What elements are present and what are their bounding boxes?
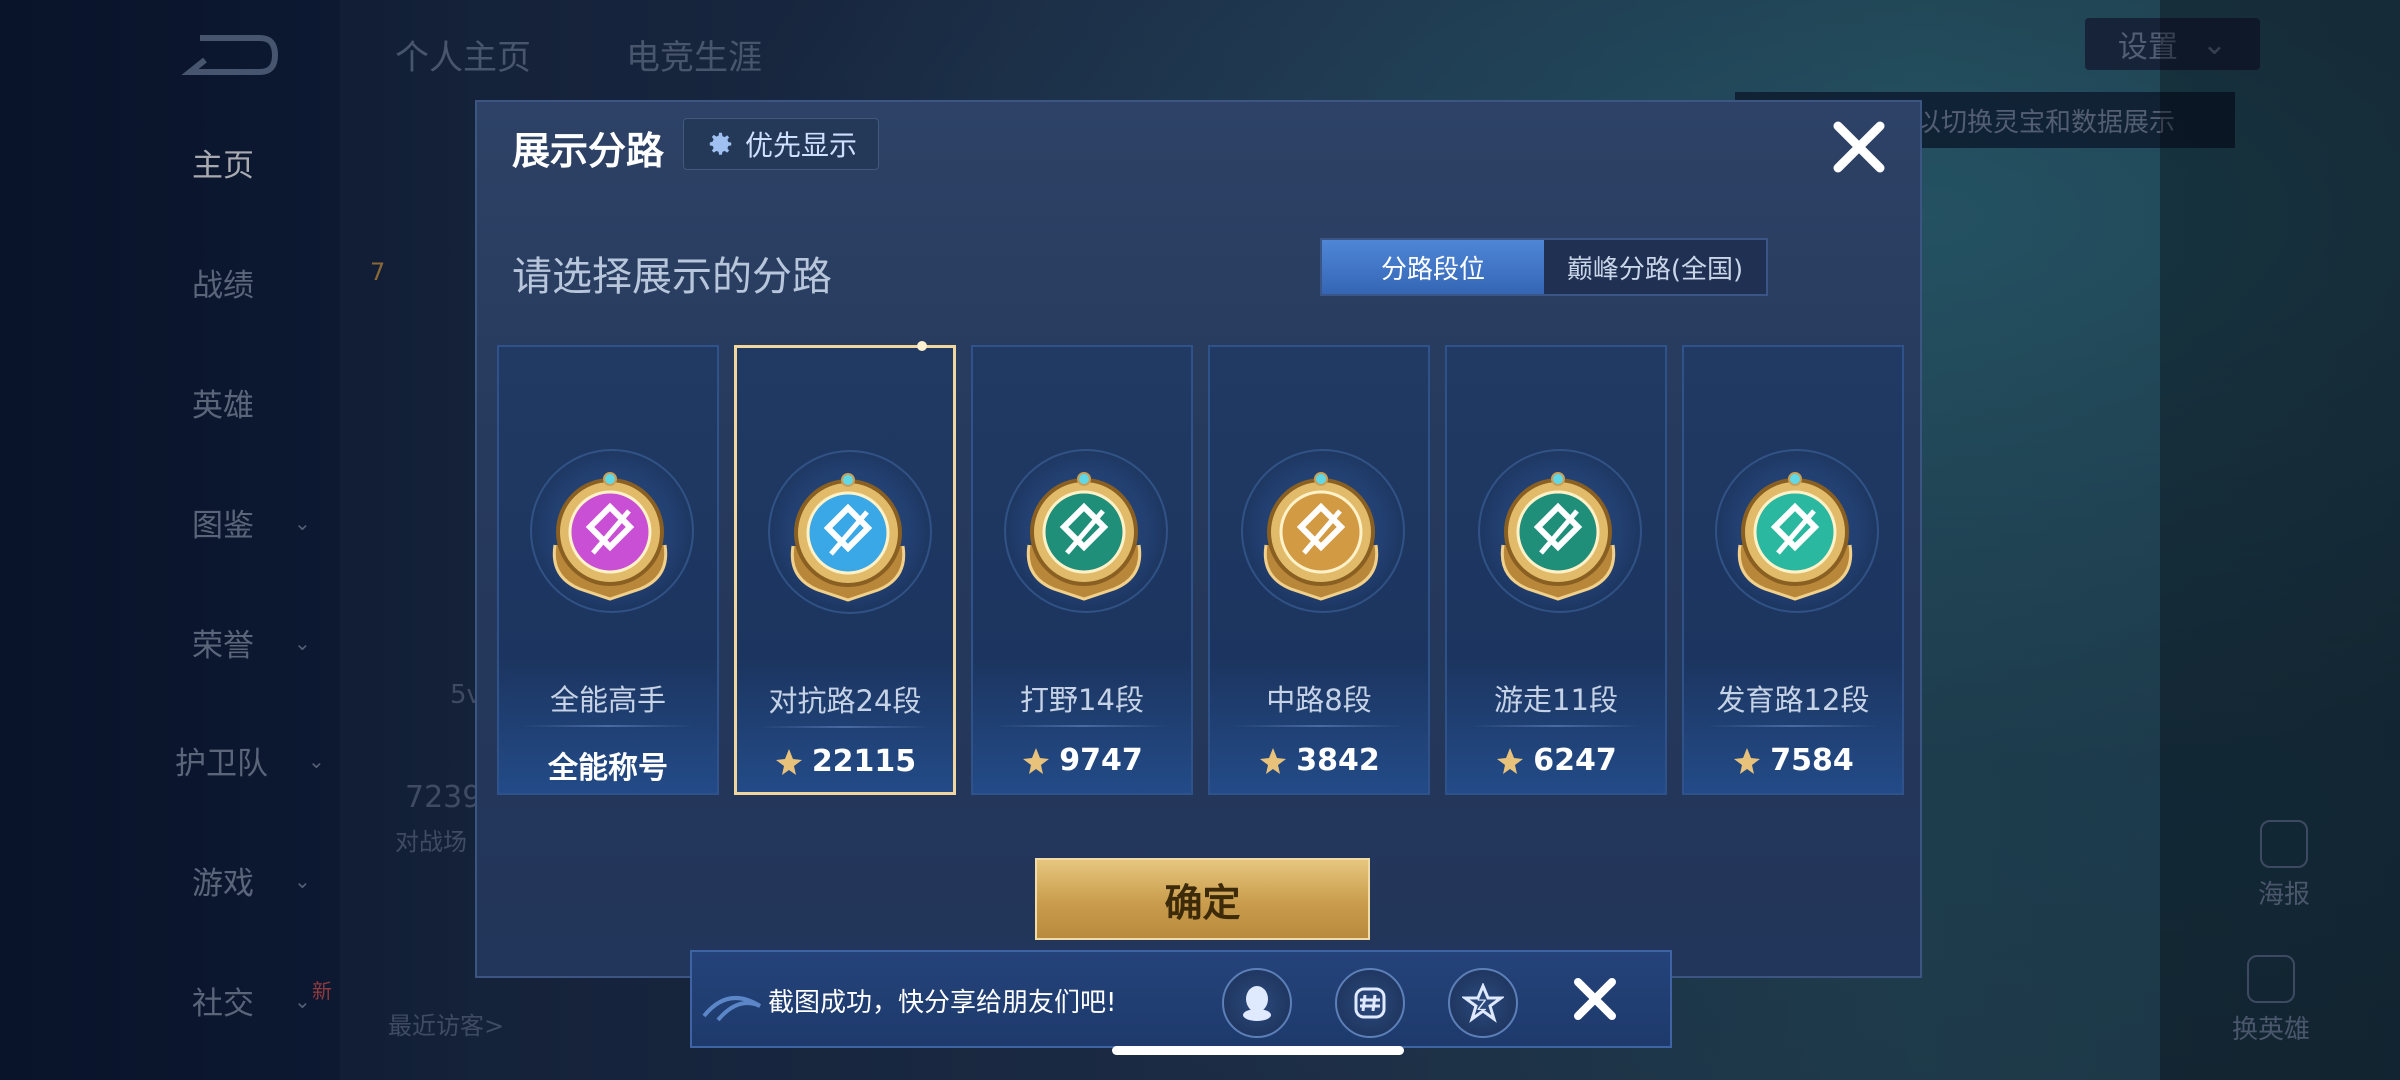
divider — [759, 726, 931, 728]
lane-card[interactable]: 中路8段 3842 — [1208, 345, 1430, 795]
clash-lane-badge-icon — [790, 473, 906, 602]
rank-points-icon — [1023, 747, 1050, 774]
lane-label: 中路8段 — [1266, 683, 1372, 717]
qq-icon[interactable] — [1222, 968, 1292, 1038]
rank-points-icon — [1497, 747, 1524, 774]
lane-score-value: 7584 — [1770, 743, 1854, 778]
gear-icon — [709, 132, 732, 155]
confirm-label: 确定 — [1164, 880, 1241, 925]
lane-label: 对抗路24段 — [768, 684, 922, 718]
dialog-title: 展示分路 — [512, 129, 665, 173]
lane-score: 3842 — [1210, 743, 1428, 778]
close-share-icon[interactable] — [1570, 974, 1620, 1024]
rank-points-icon — [1734, 747, 1761, 774]
lane-score-value: 22115 — [811, 744, 917, 779]
qzone-icon[interactable]: Z — [1448, 968, 1518, 1038]
lane-card[interactable]: 游走11段 6247 — [1445, 345, 1667, 795]
close-icon[interactable] — [1828, 116, 1890, 178]
segment-lane-rank[interactable]: 分路段位 — [1322, 240, 1544, 294]
lane-score: 22115 — [737, 744, 953, 779]
segment-peak-lane[interactable]: 巅峰分路(全国) — [1544, 240, 1766, 294]
moments-icon[interactable] — [1335, 968, 1405, 1038]
lane-card[interactable]: 打野14段 9747 — [971, 345, 1193, 795]
farm-lane-badge-icon — [1737, 472, 1853, 601]
divider — [521, 725, 695, 727]
lane-score-value: 3842 — [1296, 743, 1380, 778]
all-round-badge-icon — [552, 472, 668, 601]
lane-score: 9747 — [973, 743, 1191, 778]
lane-label: 游走11段 — [1494, 683, 1618, 717]
priority-display-button[interactable]: 优先显示 — [683, 118, 879, 170]
lane-score-value: 全能称号 — [548, 751, 668, 786]
dialog-subtitle: 请选择展示的分路 — [512, 254, 832, 300]
divider — [1469, 725, 1643, 727]
rank-points-icon — [1260, 747, 1287, 774]
jungle-badge-icon — [1026, 472, 1142, 601]
lane-label: 全能高手 — [549, 683, 666, 717]
lane-display-dialog: 展示分路 优先显示 请选择展示的分路 分路段位 巅峰分路(全国) 全能高手全能称… — [475, 100, 1922, 978]
lane-card[interactable]: 对抗路24段 22115 — [734, 341, 956, 795]
swirl-icon — [702, 996, 762, 1022]
lane-score-value: 9747 — [1059, 743, 1143, 778]
confirm-button[interactable]: 确定 — [1035, 858, 1370, 940]
lane-cards: 全能高手 全能称号 对抗路24段 22115 打野14段 9747 中路8段 3842 游走11… — [497, 341, 1904, 795]
lane-score: 6247 — [1447, 743, 1665, 778]
lane-label: 打野14段 — [1020, 683, 1144, 717]
lane-score: 全能称号 — [499, 743, 717, 787]
lane-label: 发育路12段 — [1716, 683, 1870, 717]
svg-text:Z: Z — [1477, 998, 1487, 1014]
share-text: 截图成功，快分享给朋友们吧! — [768, 988, 1117, 1018]
roam-badge-icon — [1500, 472, 1616, 601]
lane-score: 7584 — [1684, 743, 1902, 778]
priority-label: 优先显示 — [744, 129, 857, 162]
lane-card[interactable]: 发育路12段 7584 — [1682, 345, 1904, 795]
lane-score-value: 6247 — [1533, 743, 1617, 778]
rank-points-icon — [775, 748, 802, 775]
lane-card[interactable]: 全能高手 全能称号 — [497, 345, 719, 795]
divider — [995, 725, 1169, 727]
divider — [1706, 725, 1880, 727]
segment-control: 分路段位 巅峰分路(全国) — [1320, 238, 1768, 296]
share-bar: 截图成功，快分享给朋友们吧! Z — [690, 950, 1672, 1048]
divider — [1232, 725, 1406, 727]
home-indicator[interactable] — [1112, 1046, 1404, 1055]
mid-lane-badge-icon — [1263, 472, 1379, 601]
